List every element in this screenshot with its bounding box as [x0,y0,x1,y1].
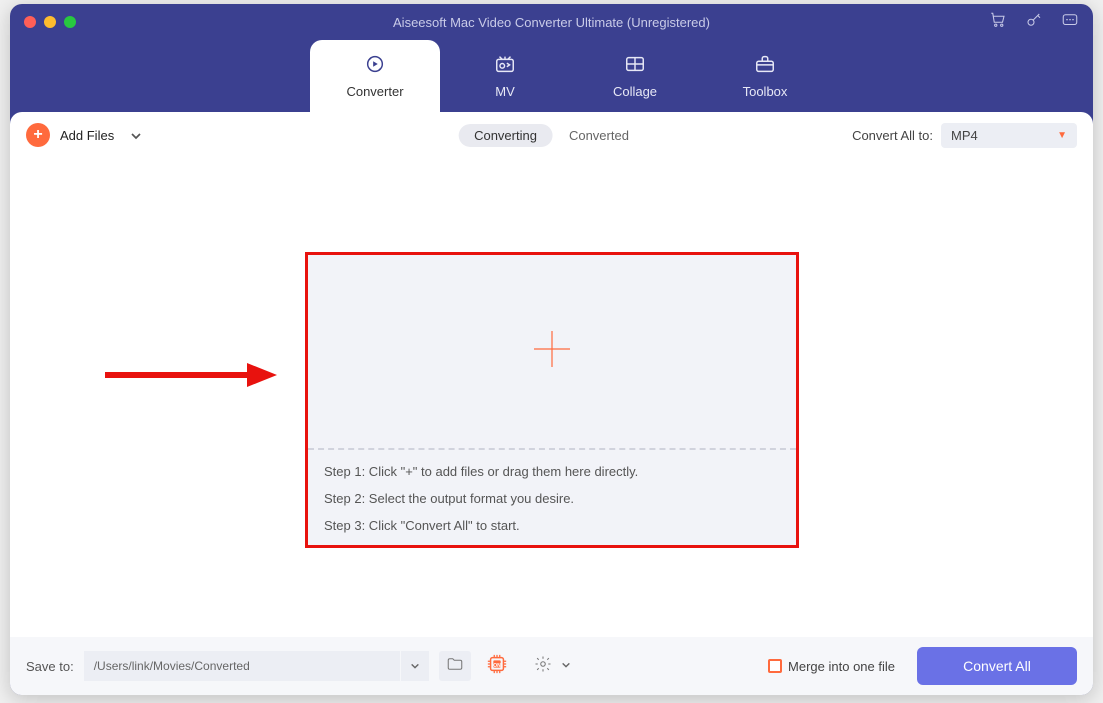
convert-all-to-group: Convert All to: MP4 ▼ [852,123,1077,148]
cart-icon[interactable] [989,11,1007,34]
gear-icon [534,655,552,678]
dropzone-instructions: Step 1: Click "+" to add files or drag t… [308,450,796,545]
maximize-window-button[interactable] [64,16,76,28]
main-area: Step 1: Click "+" to add files or drag t… [10,158,1093,637]
collage-icon [622,53,648,78]
converter-icon [362,53,388,78]
tab-label: Converter [346,84,403,99]
open-folder-button[interactable] [439,651,471,681]
svg-text:ON: ON [493,662,501,668]
folder-icon [446,655,464,678]
save-path-field[interactable]: /Users/link/Movies/Converted [84,651,400,681]
save-to-label: Save to: [26,659,74,674]
save-path-dropdown[interactable] [401,651,429,681]
merge-label: Merge into one file [788,659,895,674]
bottom-bar: Save to: /Users/link/Movies/Converted [10,637,1093,695]
tab-collage[interactable]: Collage [570,40,700,112]
tab-label: Toolbox [743,84,788,99]
gpu-accel-button[interactable]: ON [481,651,513,681]
merge-checkbox[interactable] [768,659,782,673]
add-files-label[interactable]: Add Files [60,128,114,143]
chevron-down-icon: ▼ [1057,130,1067,141]
toolbar: + Add Files Converting Converted Convert… [10,112,1093,158]
selected-format: MP4 [951,128,978,143]
add-files-dropdown[interactable] [130,129,142,141]
tab-mv[interactable]: MV [440,40,570,112]
tab-label: Collage [613,84,657,99]
close-window-button[interactable] [24,16,36,28]
minimize-window-button[interactable] [44,16,56,28]
key-icon[interactable] [1025,11,1043,34]
segment-control: Converting Converted [458,124,645,147]
tab-label: MV [495,84,515,99]
merge-checkbox-group[interactable]: Merge into one file [768,659,895,674]
segment-converting[interactable]: Converting [458,124,553,147]
dropzone-add-button[interactable] [308,255,796,448]
toolbox-icon [752,53,778,78]
mv-icon [492,53,518,78]
plus-large-icon [528,325,576,378]
titlebar: Aiseesoft Mac Video Converter Ultimate (… [10,4,1093,40]
tab-toolbox[interactable]: Toolbox [700,40,830,112]
chevron-down-icon [561,657,571,675]
convert-all-to-label: Convert All to: [852,128,933,143]
add-files-button[interactable]: + [26,123,50,147]
title-actions [989,11,1079,34]
window-title: Aiseesoft Mac Video Converter Ultimate (… [10,15,1093,30]
step-1-text: Step 1: Click "+" to add files or drag t… [324,464,780,479]
window-controls [24,16,76,28]
app-window: Aiseesoft Mac Video Converter Ultimate (… [10,4,1093,695]
annotation-arrow [102,363,277,387]
output-format-select[interactable]: MP4 ▼ [941,123,1077,148]
settings-button[interactable] [527,651,571,681]
content-area: + Add Files Converting Converted Convert… [10,112,1093,695]
gpu-chip-icon: ON [486,653,508,680]
main-tabs: Converter MV Collage Toolbox [10,40,1093,112]
tab-converter[interactable]: Converter [310,40,440,112]
segment-converted[interactable]: Converted [553,124,645,147]
plus-icon: + [33,126,42,144]
convert-all-button[interactable]: Convert All [917,647,1077,685]
file-dropzone[interactable]: Step 1: Click "+" to add files or drag t… [305,252,799,548]
step-2-text: Step 2: Select the output format you des… [324,491,780,506]
save-path-value: /Users/link/Movies/Converted [94,659,250,673]
feedback-icon[interactable] [1061,11,1079,34]
step-3-text: Step 3: Click "Convert All" to start. [324,518,780,533]
